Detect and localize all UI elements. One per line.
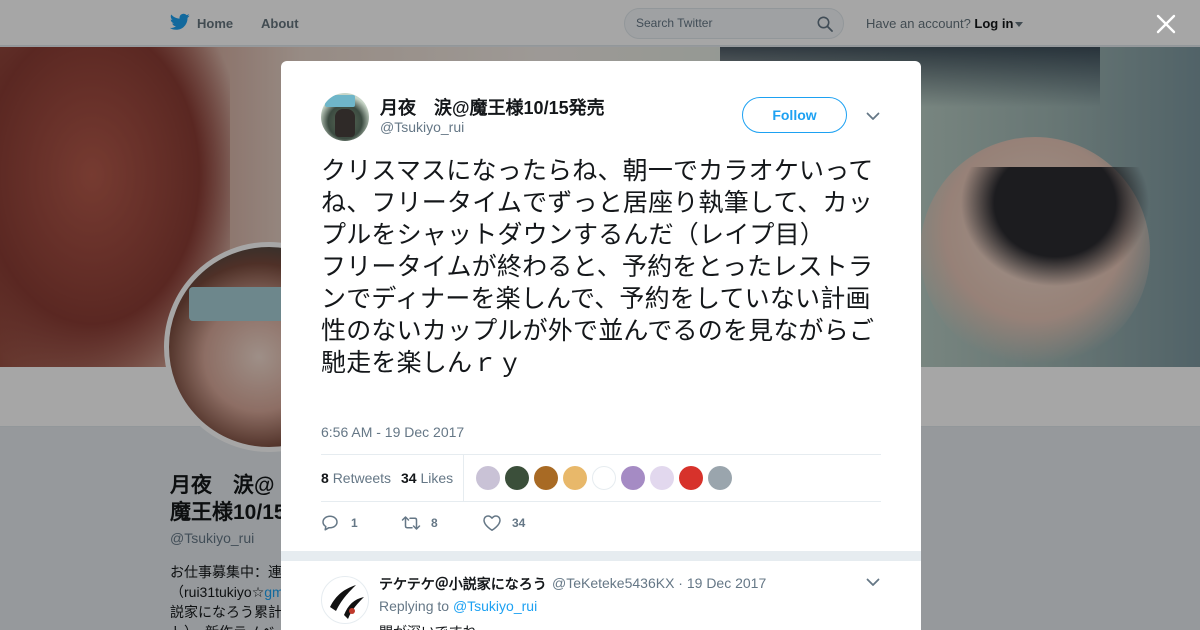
retweet-icon (401, 516, 421, 530)
cat-avatar[interactable] (534, 466, 558, 490)
author-avatar[interactable] (321, 93, 369, 141)
ink-brush-icon (330, 585, 364, 619)
tweet-text: クリスマスになったらね、朝一でカラオケいってね、フリータイムでずっと居座り執筆し… (321, 156, 875, 377)
replying-to: Replying to @Tsukiyo_rui (379, 598, 537, 614)
likes-label: Likes (420, 470, 454, 486)
likes-count: 34 (401, 470, 417, 486)
section-divider (281, 551, 921, 561)
purple-hair-avatar[interactable] (621, 466, 645, 490)
retweets-stat[interactable]: 8 Retweets (321, 470, 391, 486)
reply-count: 1 (351, 516, 358, 530)
retweet-count: 8 (431, 516, 438, 530)
red-logo-avatar[interactable] (679, 466, 703, 490)
text-logo-avatar[interactable] (592, 466, 616, 490)
retweets-count: 8 (321, 470, 329, 486)
default-avatar[interactable] (708, 466, 732, 490)
author-name[interactable]: 月夜 涙@魔王様10/15発売 (380, 94, 605, 120)
close-icon[interactable] (1154, 12, 1178, 36)
anime-face-avatar[interactable] (563, 466, 587, 490)
heart-icon (483, 515, 501, 531)
follow-button[interactable]: Follow (742, 97, 847, 133)
like-count: 34 (512, 516, 526, 530)
stats-divider (463, 455, 464, 502)
reply-meta: @TeKeteke5436KX · 19 Dec 2017 (552, 575, 766, 591)
chevron-down-icon[interactable] (866, 112, 880, 121)
author-handle[interactable]: @Tsukiyo_rui (380, 119, 464, 135)
likes-stat[interactable]: 34 Likes (401, 470, 453, 486)
tweet-timestamp[interactable]: 6:56 AM - 19 Dec 2017 (321, 424, 464, 440)
reply-author-avatar[interactable] (321, 576, 369, 624)
replying-to-label: Replying to (379, 598, 450, 614)
reply-date[interactable]: 19 Dec 2017 (687, 575, 766, 591)
pastel-avatar[interactable] (650, 466, 674, 490)
tweet-stats: 8 Retweets 34 Likes (321, 454, 881, 502)
anime-girl-avatar[interactable] (476, 466, 500, 490)
tweet-permalink-modal: 月夜 涙@魔王様10/15発売 @Tsukiyo_rui Follow クリスマ… (281, 61, 921, 630)
eye-avatar[interactable] (505, 466, 529, 490)
reply-text: 闇が深いですね… (379, 622, 491, 630)
chevron-down-icon[interactable] (866, 578, 880, 587)
reply-author-handle[interactable]: @TeKeteke5436KX (552, 575, 674, 591)
retweets-label: Retweets (332, 470, 392, 486)
reply-icon (322, 515, 338, 531)
reply-author-name[interactable]: テケテケ＠小説家になろう (379, 574, 547, 594)
replying-to-handle[interactable]: @Tsukiyo_rui (453, 598, 537, 614)
meta-separator: · (678, 575, 683, 591)
